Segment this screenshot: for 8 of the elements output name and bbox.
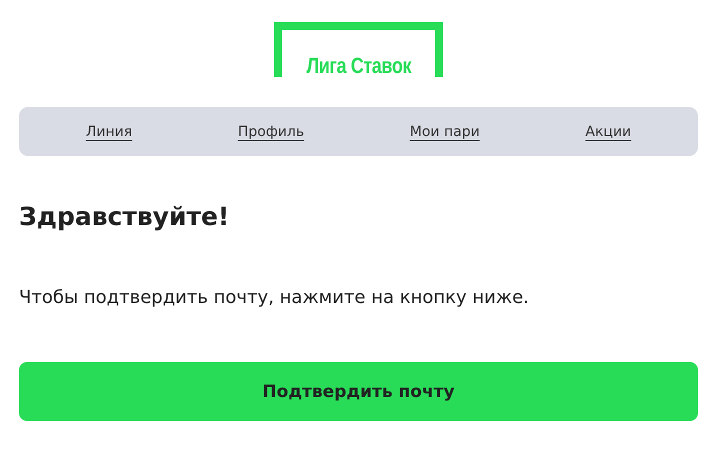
nav-link[interactable]: Профиль [238,124,304,140]
nav-link[interactable]: Линия [86,124,132,140]
confirm-email-button[interactable]: Подтвердить почту [19,362,698,421]
logo-text: Лига Ставок [306,55,411,77]
greeting-heading: Здравствуйте! [19,202,230,231]
nav-link[interactable]: Мои пари [410,124,480,140]
message-text: Чтобы подтвердить почту, нажмите на кнопку ниже. [19,287,530,308]
nav-link[interactable]: Акции [585,124,632,140]
